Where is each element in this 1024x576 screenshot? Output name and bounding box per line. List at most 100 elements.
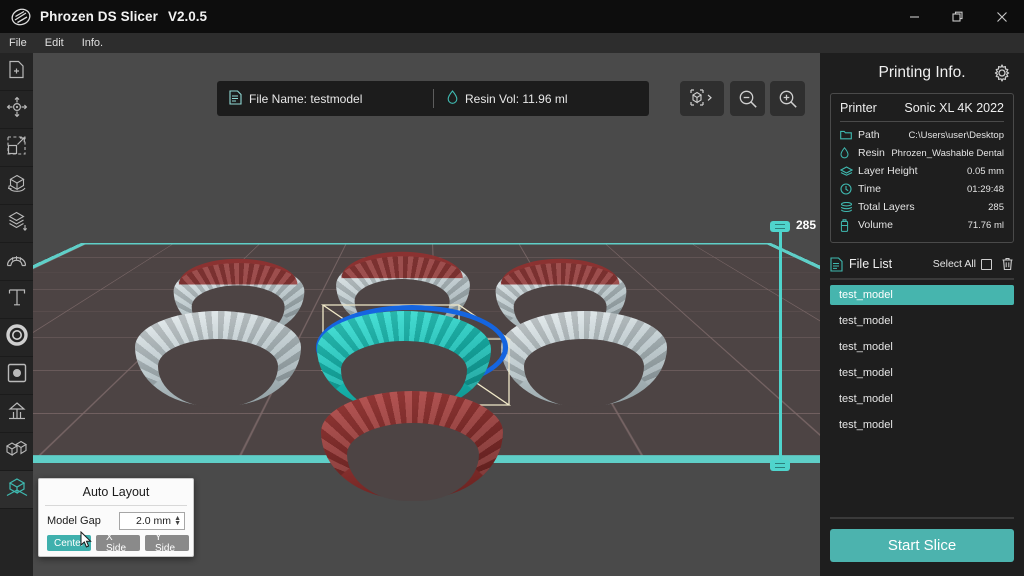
stacked-layers-icon bbox=[5, 211, 28, 237]
info-value-layer-height: 0.05 mm bbox=[967, 165, 1004, 177]
droplet-icon bbox=[447, 90, 458, 107]
mouse-cursor bbox=[80, 530, 92, 549]
stepper-down-icon[interactable]: ▼ bbox=[174, 520, 181, 527]
info-value-time: 01:29:48 bbox=[967, 183, 1004, 195]
viewport-3d[interactable]: File Name: testmodel Resin Vol: 11.96 ml bbox=[33, 53, 820, 576]
menu-item-edit[interactable]: Edit bbox=[36, 33, 73, 53]
model-gap-input[interactable]: 2.0 mm ▲ ▼ bbox=[119, 512, 185, 530]
punch-hole-icon bbox=[7, 363, 27, 388]
droplet-icon bbox=[840, 147, 855, 159]
file-list-header: File List Select All bbox=[830, 254, 1014, 274]
add-file-icon bbox=[8, 60, 25, 84]
file-name-group: File Name: testmodel bbox=[217, 89, 433, 108]
model-gap-row: Model Gap 2.0 mm ▲ ▼ bbox=[39, 506, 193, 530]
window-controls bbox=[892, 0, 1024, 33]
list-item[interactable]: test_model bbox=[830, 415, 1014, 435]
folder-icon bbox=[840, 130, 855, 140]
rotate-tool[interactable] bbox=[0, 167, 33, 205]
file-list-rule bbox=[830, 278, 1014, 280]
list-item[interactable]: test_model bbox=[830, 363, 1014, 383]
panel-footer-divider bbox=[830, 517, 1014, 519]
duplicate-cubes-icon bbox=[5, 439, 28, 464]
printer-label: Printer bbox=[840, 101, 877, 115]
punch-hole-tool[interactable] bbox=[0, 357, 33, 395]
move-tool[interactable] bbox=[0, 91, 33, 129]
info-label-time: Time bbox=[858, 183, 881, 195]
printer-row: Printer Sonic XL 4K 2022 bbox=[840, 101, 1004, 115]
copy-tool[interactable] bbox=[0, 433, 33, 471]
maximize-icon[interactable] bbox=[936, 0, 980, 33]
arch-tool[interactable] bbox=[0, 243, 33, 281]
layer-slider[interactable]: 285 bbox=[770, 218, 816, 471]
info-row-path: Path C:\Users\user\Desktop bbox=[840, 126, 1004, 144]
info-row-layer-height: Layer Height 0.05 mm bbox=[840, 162, 1004, 180]
bottle-icon bbox=[840, 218, 855, 232]
slider-value-label: 285 bbox=[796, 218, 817, 232]
list-item[interactable]: test_model bbox=[830, 337, 1014, 357]
model-gap-label: Model Gap bbox=[47, 515, 101, 527]
clock-icon bbox=[840, 183, 855, 195]
list-item[interactable]: test_model bbox=[830, 285, 1014, 305]
text-icon bbox=[8, 288, 26, 312]
layout-y-side-button[interactable]: Y Side bbox=[145, 532, 189, 554]
layer-tool[interactable] bbox=[0, 205, 33, 243]
auto-layout-title: Auto Layout bbox=[82, 485, 150, 499]
info-row-time: Time 01:29:48 bbox=[840, 180, 1004, 198]
select-all-label[interactable]: Select All bbox=[933, 258, 976, 270]
printing-info-panel: Printing Info. Printer Sonic XL 4K 2022 … bbox=[820, 53, 1024, 576]
phrozen-logo-icon bbox=[10, 6, 32, 28]
model-info-bar: File Name: testmodel Resin Vol: 11.96 ml bbox=[217, 81, 649, 116]
auto-layout-dialog: Auto Layout Model Gap 2.0 mm ▲ ▼ Center … bbox=[38, 478, 194, 557]
text-tool[interactable] bbox=[0, 281, 33, 319]
application-window: Phrozen DS Slicer V2.0.5 File Edit Info. bbox=[0, 0, 1024, 576]
app-title: Phrozen DS Slicer bbox=[40, 9, 158, 24]
info-value-path: C:\Users\user\Desktop bbox=[908, 129, 1004, 141]
zoom-in-button[interactable] bbox=[770, 81, 805, 116]
minimize-icon[interactable] bbox=[892, 0, 936, 33]
menu-item-info[interactable]: Info. bbox=[73, 33, 112, 53]
scale-icon bbox=[7, 135, 26, 160]
app-version: V2.0.5 bbox=[168, 9, 208, 24]
info-label-total-layers: Total Layers bbox=[858, 201, 915, 213]
info-label-volume: Volume bbox=[858, 219, 894, 231]
dental-arch-icon bbox=[5, 250, 28, 274]
title-bar: Phrozen DS Slicer V2.0.5 bbox=[0, 0, 1024, 33]
trash-icon[interactable] bbox=[1001, 257, 1014, 271]
view-cube-button[interactable] bbox=[680, 81, 724, 116]
hollow-ring-icon bbox=[5, 324, 28, 351]
add-file-tool[interactable] bbox=[0, 53, 33, 91]
resin-volume-group: Resin Vol: 11.96 ml bbox=[434, 90, 568, 107]
left-toolbar bbox=[0, 53, 33, 576]
info-row-resin: Resin Phrozen_Washable Dental bbox=[840, 144, 1004, 162]
info-label-resin: Resin bbox=[858, 147, 885, 159]
slider-handle-top[interactable] bbox=[770, 221, 790, 232]
model-gap-stepper[interactable]: ▲ ▼ bbox=[174, 515, 181, 527]
layout-x-side-button[interactable]: X Side bbox=[96, 532, 140, 554]
menu-bar: File Edit Info. bbox=[0, 33, 1024, 53]
file-name-label: File Name: testmodel bbox=[249, 91, 363, 106]
zoom-out-button[interactable] bbox=[730, 81, 765, 116]
hollow-tool[interactable] bbox=[0, 319, 33, 357]
info-label-path: Path bbox=[858, 129, 880, 141]
select-all-checkbox[interactable] bbox=[981, 258, 992, 270]
support-tool[interactable] bbox=[0, 395, 33, 433]
file-list: test_model test_model test_model test_mo… bbox=[830, 285, 1014, 435]
printer-info-card: Printer Sonic XL 4K 2022 Path C:\Users\u… bbox=[830, 93, 1014, 243]
slider-handle-bottom[interactable] bbox=[770, 460, 790, 471]
list-item[interactable]: test_model bbox=[830, 389, 1014, 409]
resin-volume-label: Resin Vol: 11.96 ml bbox=[465, 91, 568, 106]
close-icon[interactable] bbox=[980, 0, 1024, 33]
file-list-icon bbox=[830, 256, 843, 272]
gear-icon[interactable] bbox=[991, 62, 1013, 84]
model-gap-value: 2.0 mm bbox=[136, 515, 172, 527]
scale-tool[interactable] bbox=[0, 129, 33, 167]
info-value-total-layers: 285 bbox=[988, 201, 1004, 213]
stack-icon bbox=[840, 201, 855, 213]
layer-icon bbox=[840, 166, 855, 176]
list-item[interactable]: test_model bbox=[830, 311, 1014, 331]
auto-layout-tool[interactable] bbox=[0, 471, 33, 509]
menu-item-file[interactable]: File bbox=[0, 33, 36, 53]
slider-track[interactable] bbox=[779, 229, 782, 463]
start-slice-button[interactable]: Start Slice bbox=[830, 529, 1014, 562]
support-icon bbox=[6, 401, 28, 426]
